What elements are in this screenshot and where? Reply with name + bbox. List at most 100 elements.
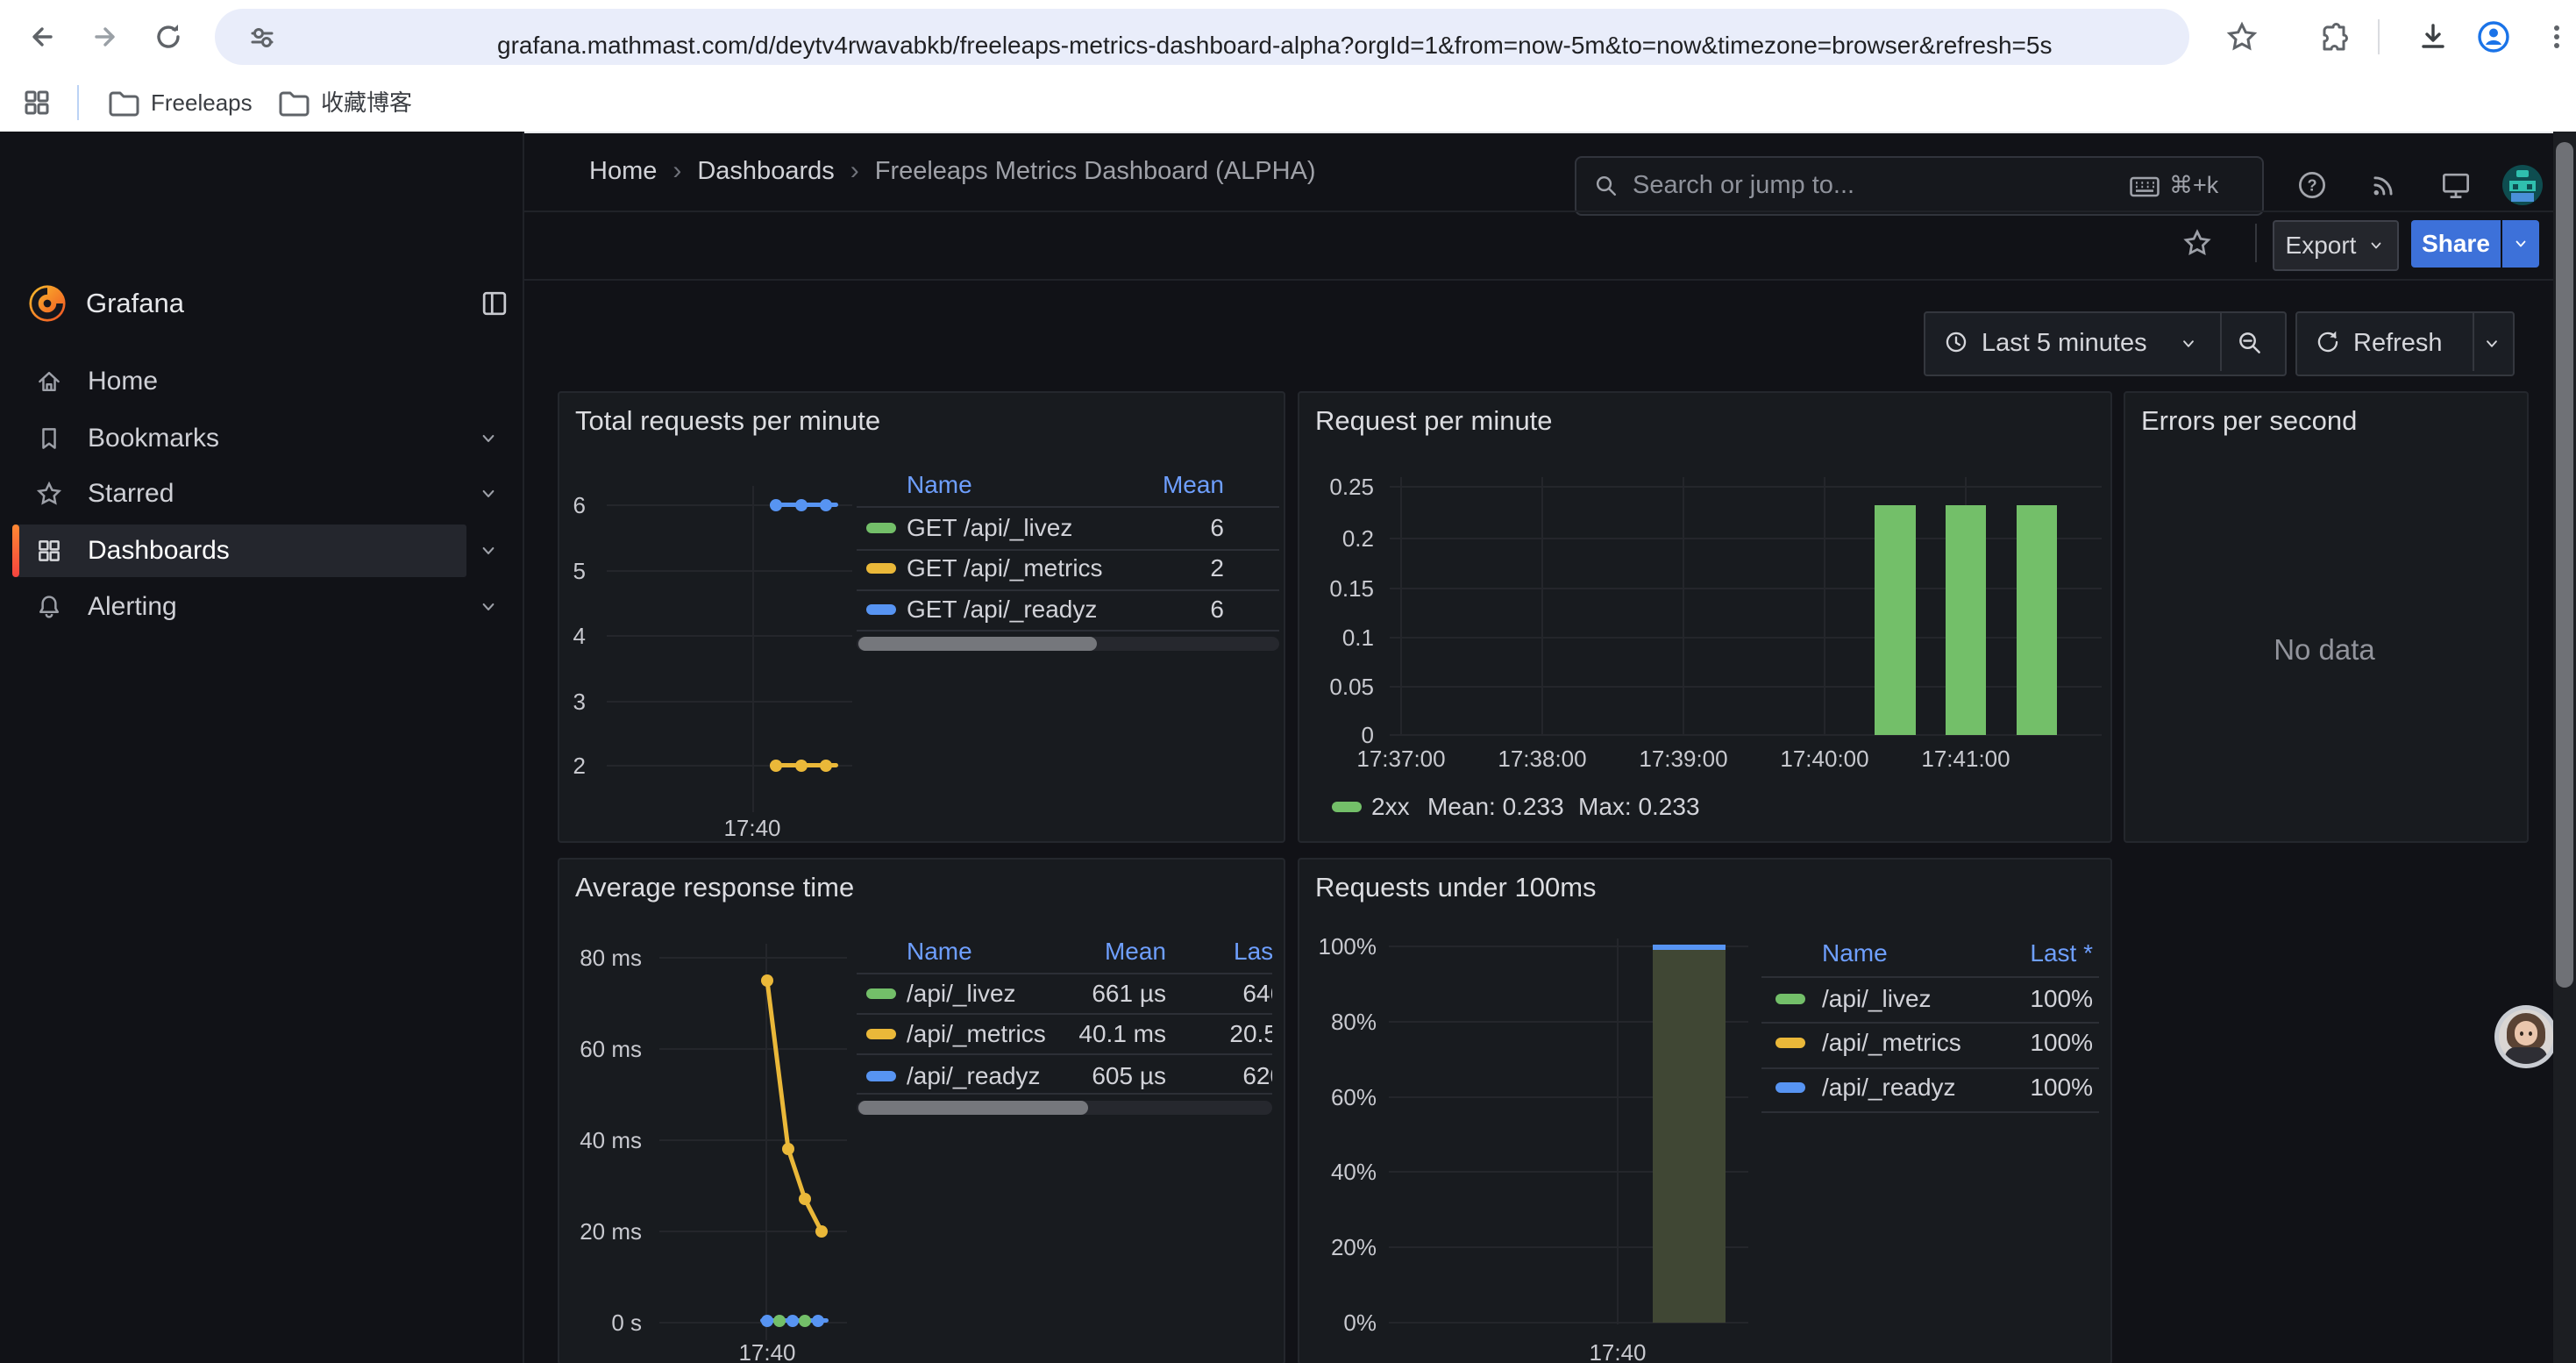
chevron-down-icon[interactable]: [477, 427, 500, 450]
reload-icon[interactable]: [149, 18, 188, 56]
sidebar-border: [523, 132, 524, 1363]
sidebar-item-alerting[interactable]: Alerting: [0, 581, 523, 633]
chevron-down-icon: [2511, 234, 2530, 253]
panel-title[interactable]: Total requests per minute: [575, 405, 880, 437]
export-button[interactable]: Export: [2273, 220, 2399, 271]
share-button[interactable]: Share: [2411, 220, 2501, 268]
zoom-out-icon[interactable]: [2234, 327, 2266, 359]
selected-item-background: [12, 525, 466, 577]
series-color-pill[interactable]: [1775, 1082, 1805, 1093]
refresh-button[interactable]: Refresh: [2297, 313, 2473, 371]
sidebar-item-dashboards[interactable]: Dashboards: [0, 525, 523, 577]
url-bar[interactable]: grafana.mathmast.com/d/deytv4rwavabkb/fr…: [215, 9, 2189, 65]
news-rss-icon[interactable]: [2366, 168, 2401, 203]
chevron-down-icon[interactable]: [2481, 333, 2502, 354]
breadcrumb-dashboards[interactable]: Dashboards: [697, 156, 834, 186]
screen: grafana.mathmast.com/d/deytv4rwavabkb/fr…: [0, 0, 2576, 1363]
legend-header-mean[interactable]: Mean: [1066, 471, 1224, 499]
brand-name[interactable]: Grafana: [86, 288, 184, 319]
refresh-group-divider: [2473, 313, 2474, 371]
y-tick: 0.2: [1299, 525, 1374, 553]
sidebar-item-label: Home: [88, 368, 158, 396]
bookmark-folder-freeleaps[interactable]: Freeleaps: [103, 83, 253, 122]
series-color-pill[interactable]: [866, 563, 896, 574]
series-color-pill[interactable]: [866, 1029, 896, 1039]
sidebar-item-home[interactable]: Home: [0, 355, 523, 408]
chevron-down-icon[interactable]: [477, 482, 500, 505]
bookmark-folder-blogs[interactable]: 收藏博客: [274, 83, 412, 122]
favorite-star-icon[interactable]: [2180, 225, 2215, 260]
series-color-pill[interactable]: [866, 523, 896, 533]
site-settings-icon[interactable]: [243, 18, 281, 57]
breadcrumb-home[interactable]: Home: [589, 156, 657, 186]
legend-series-name[interactable]: /api/_livez: [907, 980, 1016, 1008]
series-color-pill[interactable]: [1332, 802, 1362, 812]
legend-scrollbar-thumb[interactable]: [858, 637, 1097, 651]
share-menu-button[interactable]: [2502, 220, 2539, 268]
y-tick: 5: [559, 557, 586, 585]
page-scrollbar-thumb[interactable]: [2556, 142, 2573, 988]
assistant-avatar[interactable]: [2494, 1005, 2558, 1068]
forward-icon[interactable]: [86, 18, 125, 56]
sidebar-item-bookmarks[interactable]: Bookmarks: [0, 412, 523, 465]
legend-last-value: 646 µs: [1159, 980, 1272, 1008]
breadcrumb-separator-icon: ›: [672, 156, 681, 186]
series-color-pill[interactable]: [1775, 1038, 1805, 1048]
panel-title[interactable]: Request per minute: [1315, 405, 1553, 437]
search-input[interactable]: Search or jump to... ⌘+k: [1575, 156, 2264, 216]
gridline: [607, 635, 852, 637]
legend-last-value: 100%: [1918, 985, 2093, 1013]
legend-header-last[interactable]: Last *: [1918, 939, 2093, 967]
data-point: [799, 1315, 811, 1327]
legend-header-last[interactable]: Last *: [1234, 938, 1272, 966]
legend-series-name[interactable]: 2xx: [1371, 793, 1410, 821]
time-range-picker[interactable]: Last 5 minutes: [1925, 313, 2220, 371]
series-color-pill[interactable]: [866, 604, 896, 615]
y-tick: 3: [559, 688, 586, 716]
bookmark-icon: [33, 423, 65, 454]
browser-toolbar: grafana.mathmast.com/d/deytv4rwavabkb/fr…: [0, 0, 2576, 74]
gridline: [752, 486, 754, 812]
gridline: [1683, 477, 1684, 736]
x-tick: 17:40: [1565, 1338, 1670, 1363]
x-tick: 17:39:00: [1613, 745, 1754, 773]
back-icon[interactable]: [23, 18, 61, 56]
legend-header-name[interactable]: Name: [907, 471, 972, 499]
panel-title[interactable]: Requests under 100ms: [1315, 872, 1597, 903]
bookmark-star-icon[interactable]: [2223, 18, 2261, 56]
legend-header-name[interactable]: Name: [907, 938, 972, 966]
series-color-pill[interactable]: [866, 1071, 896, 1081]
sidebar-toggle-icon[interactable]: [477, 286, 512, 321]
panel-requests-under-100ms: Requests under 100ms 100% 80% 60% 40% 20…: [1298, 858, 2112, 1363]
user-avatar[interactable]: [2502, 165, 2543, 205]
legend-series-name[interactable]: /api/_livez: [1822, 985, 1932, 1013]
browser-menu-icon[interactable]: [2537, 18, 2576, 56]
toolbar-divider: [2378, 19, 2380, 54]
extensions-icon[interactable]: [2315, 18, 2353, 56]
legend-series-name[interactable]: GET /api/_livez: [907, 514, 1072, 542]
sidebar-item-starred[interactable]: Starred: [0, 467, 523, 520]
series-color-pill[interactable]: [1775, 994, 1805, 1004]
downloads-icon[interactable]: [2414, 18, 2452, 56]
legend-header-name[interactable]: Name: [1822, 939, 1888, 967]
help-icon[interactable]: ?: [2295, 168, 2330, 203]
series-color-pill[interactable]: [866, 988, 896, 999]
data-point: [761, 1315, 773, 1327]
y-tick: 0%: [1299, 1309, 1377, 1337]
legend-scrollbar-thumb[interactable]: [858, 1101, 1088, 1115]
monitor-icon[interactable]: [2438, 168, 2473, 203]
apps-grid-icon[interactable]: [18, 83, 56, 122]
y-tick: 0.05: [1299, 673, 1374, 701]
legend-separator: [1761, 1067, 2099, 1069]
data-point: [795, 760, 808, 772]
header-border: [524, 211, 2576, 212]
profile-icon[interactable]: [2474, 18, 2513, 56]
chevron-down-icon[interactable]: [477, 596, 500, 618]
x-tick: 17:41:00: [1896, 745, 2036, 773]
panel-title[interactable]: Errors per second: [2141, 405, 2357, 437]
grafana-logo[interactable]: [25, 281, 70, 326]
y-tick: 60%: [1299, 1083, 1377, 1111]
legend-header-mean[interactable]: Mean: [1008, 938, 1166, 966]
chevron-down-icon[interactable]: [477, 539, 500, 562]
grafana-sidebar: Grafana Home Bookmarks Starred Dashboard…: [0, 132, 523, 1363]
